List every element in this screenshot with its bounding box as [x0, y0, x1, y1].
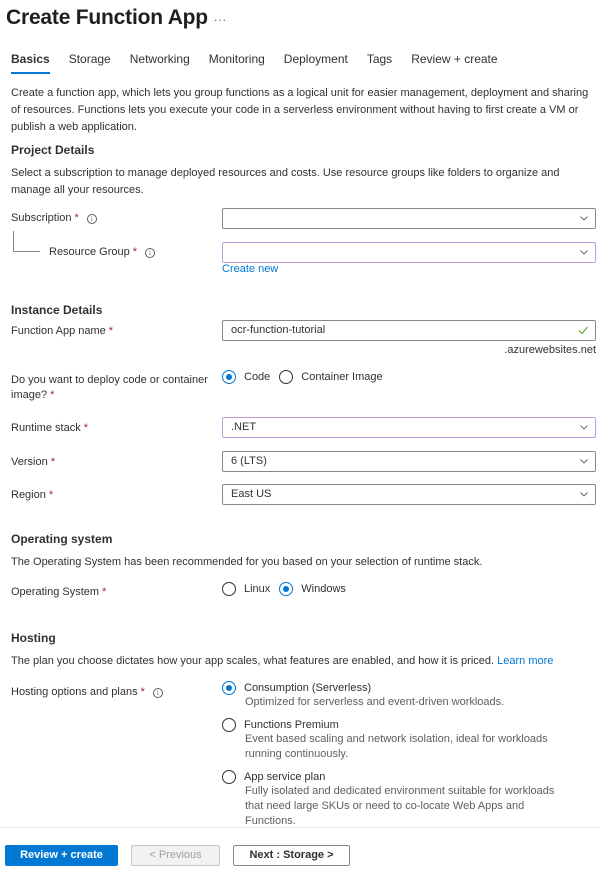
region-value: East US	[231, 488, 272, 500]
function-app-name-label: Function App name *	[11, 324, 113, 339]
function-app-name-value: ocr-function-tutorial	[231, 324, 326, 336]
review-create-button[interactable]: Review + create	[5, 845, 118, 866]
plan-title[interactable]: Functions Premium	[244, 719, 339, 731]
runtime-stack-dropdown[interactable]: .NET	[222, 417, 596, 438]
required-marker: *	[48, 489, 54, 501]
radio-windows[interactable]	[279, 582, 294, 596]
info-icon[interactable]: i	[86, 214, 97, 224]
required-marker: *	[102, 586, 107, 598]
runtime-stack-value: .NET	[231, 421, 257, 433]
subscription-dropdown[interactable]	[222, 208, 596, 229]
chevron-down-icon	[580, 425, 588, 430]
hosting-options-label: Hosting options and plans * i	[11, 685, 163, 700]
tab-basics[interactable]: Basics	[11, 52, 50, 74]
radio-code-label[interactable]: Code	[244, 371, 270, 383]
function-app-name-input[interactable]: ocr-function-tutorial	[222, 320, 596, 341]
required-marker: *	[140, 686, 145, 698]
chevron-down-icon	[580, 216, 588, 221]
radio-consumption[interactable]	[222, 681, 236, 695]
required-marker: *	[108, 325, 114, 337]
subscription-label: Subscription * i	[11, 211, 97, 226]
resource-group-label-text: Resource Group	[49, 246, 130, 258]
radio-code[interactable]	[222, 370, 236, 384]
radio-container-image[interactable]	[279, 370, 294, 384]
tab-review-create[interactable]: Review + create	[411, 52, 497, 74]
instance-details-heading: Instance Details	[11, 303, 103, 317]
tab-deployment[interactable]: Deployment	[284, 52, 348, 74]
create-new-link[interactable]: Create new	[222, 263, 278, 275]
next-storage-button[interactable]: Next : Storage >	[233, 845, 350, 866]
tree-connector-vertical	[13, 231, 14, 251]
hosting-description-text: The plan you choose dictates how your ap…	[11, 655, 495, 667]
tab-networking[interactable]: Networking	[130, 52, 190, 74]
previous-button[interactable]: < Previous	[131, 845, 220, 866]
project-details-description: Select a subscription to manage deployed…	[11, 167, 560, 196]
info-icon[interactable]: i	[145, 248, 155, 258]
radio-linux[interactable]	[222, 582, 236, 596]
hosting-options-label-text: Hosting options and plans	[11, 686, 138, 698]
tab-monitoring[interactable]: Monitoring	[209, 52, 265, 74]
required-marker: *	[74, 212, 79, 224]
runtime-stack-label-text: Runtime stack	[11, 422, 81, 434]
deploy-type-label-text: Do you want to deploy code or container …	[11, 374, 208, 401]
resource-group-label: Resource Group * i	[49, 245, 155, 260]
radio-functions-premium[interactable]	[222, 718, 236, 732]
hosting-plan-app-service[interactable]: App service plan Fully isolated and dedi…	[222, 770, 575, 829]
plan-description: Optimized for serverless and event-drive…	[245, 696, 505, 708]
runtime-stack-label: Runtime stack *	[11, 421, 88, 436]
region-label: Region *	[11, 488, 53, 503]
chevron-down-icon	[580, 492, 588, 497]
tab-storage[interactable]: Storage	[69, 52, 111, 74]
required-marker: *	[50, 456, 55, 468]
domain-suffix: .azurewebsites.net	[504, 344, 596, 356]
plan-title[interactable]: App service plan	[244, 771, 325, 783]
hosting-heading: Hosting	[11, 631, 56, 645]
radio-linux-label[interactable]: Linux	[244, 583, 270, 595]
more-options-button[interactable]: ...	[214, 10, 227, 24]
radio-app-service-plan[interactable]	[222, 770, 236, 784]
subscription-label-text: Subscription	[11, 212, 72, 224]
tab-bar: Basics Storage Networking Monitoring Dep…	[11, 52, 517, 74]
plan-description: Fully isolated and dedicated environment…	[245, 785, 555, 827]
required-marker: *	[132, 246, 137, 258]
radio-windows-label[interactable]: Windows	[301, 583, 346, 595]
version-label: Version *	[11, 455, 55, 470]
checkmark-icon	[578, 326, 588, 335]
chevron-down-icon	[580, 250, 588, 255]
operating-system-label: Operating System *	[11, 585, 106, 600]
version-label-text: Version	[11, 456, 48, 468]
tree-connector-horizontal	[13, 251, 40, 252]
hosting-plan-consumption[interactable]: Consumption (Serverless) Optimized for s…	[222, 681, 575, 710]
chevron-down-icon	[580, 459, 588, 464]
operating-system-heading: Operating system	[11, 532, 113, 546]
info-icon[interactable]: i	[152, 688, 163, 698]
version-dropdown[interactable]: 6 (LTS)	[222, 451, 596, 472]
resource-group-dropdown[interactable]	[222, 242, 596, 263]
operating-system-label-text: Operating System	[11, 586, 100, 598]
radio-container-image-label[interactable]: Container Image	[301, 371, 382, 383]
tab-tags[interactable]: Tags	[367, 52, 392, 74]
learn-more-link[interactable]: Learn more	[497, 655, 553, 667]
required-marker: *	[50, 389, 55, 401]
deploy-type-radio-group: Code Container Image	[222, 370, 383, 384]
footer-divider	[0, 827, 600, 828]
required-marker: *	[83, 422, 88, 434]
intro-text: Create a function app, which lets you gr…	[11, 87, 589, 133]
hosting-description: The plan you choose dictates how your ap…	[11, 653, 591, 670]
plan-description: Event based scaling and network isolatio…	[245, 733, 548, 760]
region-dropdown[interactable]: East US	[222, 484, 596, 505]
function-app-name-label-text: Function App name	[11, 325, 106, 337]
deploy-type-label: Do you want to deploy code or container …	[11, 373, 221, 403]
project-details-heading: Project Details	[11, 143, 95, 157]
version-value: 6 (LTS)	[231, 455, 267, 467]
region-label-text: Region	[11, 489, 46, 501]
plan-title[interactable]: Consumption (Serverless)	[244, 682, 371, 694]
operating-system-radio-group: Linux Windows	[222, 582, 346, 596]
hosting-plan-premium[interactable]: Functions Premium Event based scaling an…	[222, 718, 575, 762]
operating-system-description: The Operating System has been recommende…	[11, 556, 483, 568]
page-title: Create Function App	[6, 6, 208, 29]
